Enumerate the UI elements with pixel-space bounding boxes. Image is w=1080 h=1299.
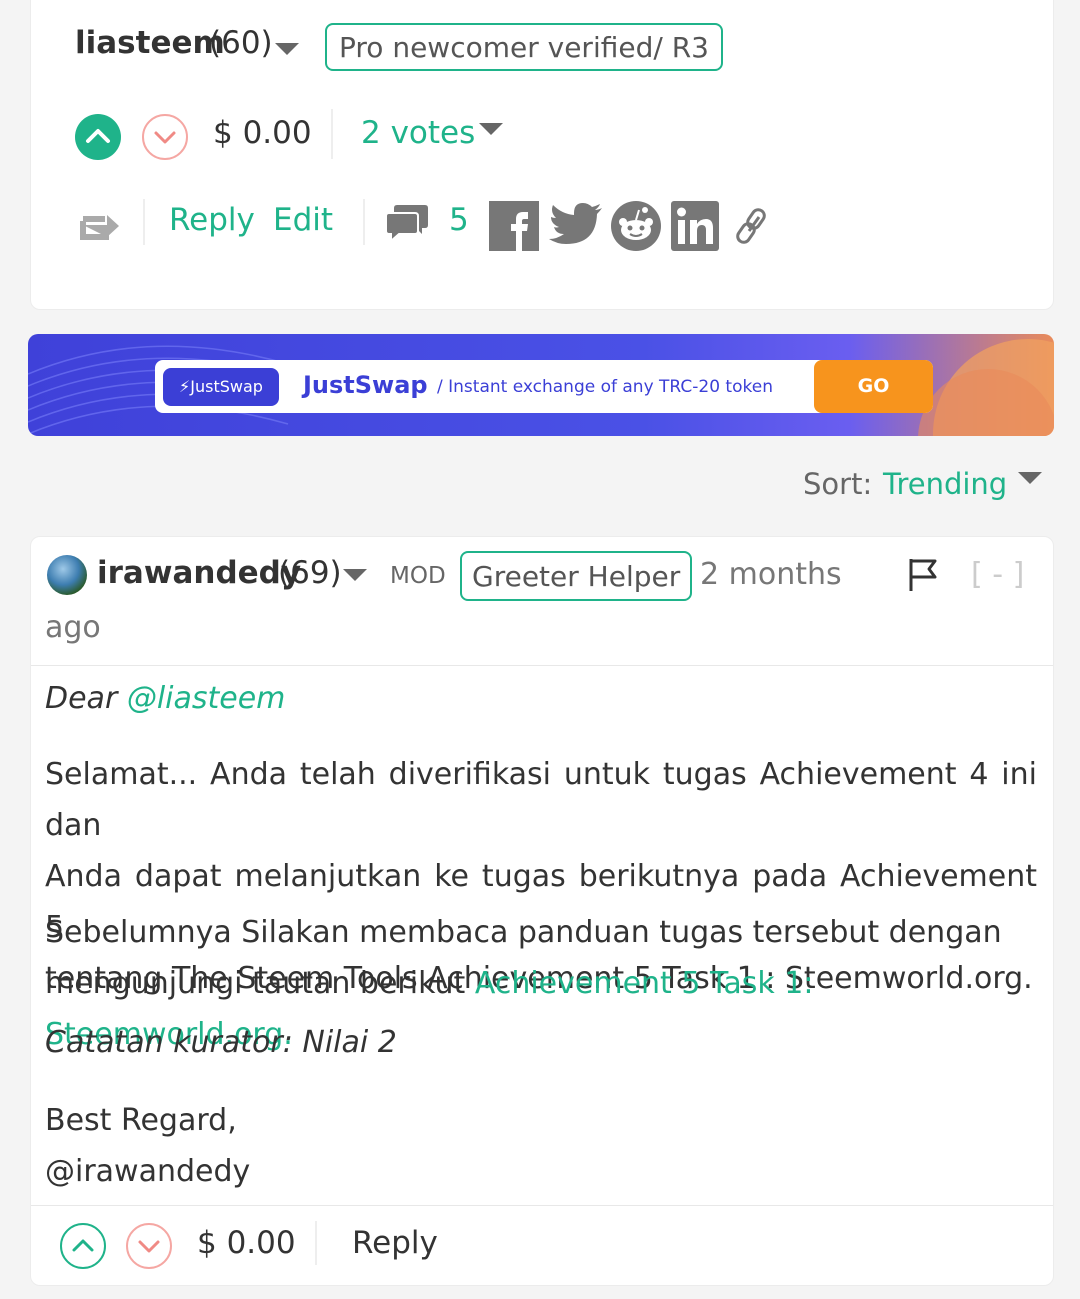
author-badge: Greeter Helper: [460, 551, 693, 601]
chevron-up-icon: [72, 1239, 94, 1252]
divider: [315, 1221, 317, 1265]
votes-link[interactable]: 2 votes: [361, 115, 475, 151]
ad-title: JustSwap: [303, 371, 428, 399]
comment-author-reputation: (69): [278, 555, 342, 591]
reddit-icon[interactable]: [611, 201, 661, 255]
justswap-ad-banner[interactable]: ⚡JustSwap JustSwap / Instant exchange of…: [28, 334, 1054, 436]
justswap-logo: ⚡JustSwap: [163, 368, 279, 406]
ad-tagline: / Instant exchange of any TRC-20 token: [437, 377, 773, 397]
author-dropdown-icon[interactable]: [343, 569, 367, 581]
chevron-up-icon: [86, 129, 110, 143]
comment-author[interactable]: irawandedy: [97, 555, 301, 591]
sort-select[interactable]: Trending: [883, 467, 1007, 501]
divider: [143, 199, 145, 245]
sort-dropdown-icon[interactable]: [1018, 472, 1042, 484]
lightning-icon: ⚡: [179, 377, 191, 396]
collapse-toggle[interactable]: [ - ]: [971, 557, 1024, 592]
chevron-down-icon: [154, 131, 176, 144]
downvote-button[interactable]: [142, 114, 188, 160]
post-footer-card: liasteem (60) Pro newcomer verified/ R3 …: [30, 0, 1054, 310]
facebook-icon[interactable]: [489, 201, 539, 251]
chevron-down-icon: [138, 1240, 160, 1253]
copy-link-icon[interactable]: [735, 207, 769, 249]
upvote-button[interactable]: [60, 1223, 106, 1269]
reply-link[interactable]: Reply: [169, 202, 255, 238]
divider: [363, 199, 365, 245]
author-dropdown-icon[interactable]: [275, 43, 299, 55]
linkedin-icon[interactable]: [671, 201, 719, 251]
banner-panel: ⚡JustSwap JustSwap / Instant exchange of…: [155, 360, 933, 413]
reply-link[interactable]: Reply: [352, 1225, 438, 1261]
comment-greeting: Dear @liasteem: [45, 681, 286, 716]
comment-time-cont[interactable]: ago: [45, 610, 101, 645]
flag-icon[interactable]: [907, 557, 939, 597]
reblog-icon[interactable]: [79, 205, 121, 247]
author-badge: Pro newcomer verified/ R3: [325, 23, 723, 71]
edit-link[interactable]: Edit: [273, 202, 333, 238]
votes-dropdown-icon[interactable]: [479, 123, 503, 135]
signature-link[interactable]: @irawandedy: [45, 1146, 250, 1197]
mod-label: MOD: [390, 563, 446, 589]
comment-payout[interactable]: $ 0.00: [197, 1225, 296, 1261]
regards-text: Best Regard,: [45, 1103, 237, 1138]
upvote-button[interactable]: [75, 114, 121, 160]
mention-link[interactable]: @liasteem: [127, 681, 286, 716]
avatar[interactable]: [47, 555, 87, 595]
sort-label: Sort:: [803, 467, 873, 501]
post-payout[interactable]: $ 0.00: [213, 115, 312, 151]
comment-time[interactable]: 2 months: [700, 557, 842, 592]
twitter-icon[interactable]: [549, 203, 603, 253]
post-author[interactable]: liasteem: [75, 25, 225, 61]
curator-note: Catatan kurator: Nilai 2: [45, 1025, 397, 1060]
post-author-reputation: (60): [209, 25, 273, 61]
comment-count[interactable]: 5: [449, 202, 469, 238]
comment-card: irawandedy (69) MOD Greeter Helper 2 mon…: [30, 536, 1054, 1286]
divider: [31, 665, 1053, 666]
ad-go-button[interactable]: GO: [814, 360, 933, 413]
divider: [331, 109, 333, 159]
divider: [31, 1205, 1053, 1206]
downvote-button[interactable]: [126, 1223, 172, 1269]
comments-icon[interactable]: [385, 203, 429, 247]
